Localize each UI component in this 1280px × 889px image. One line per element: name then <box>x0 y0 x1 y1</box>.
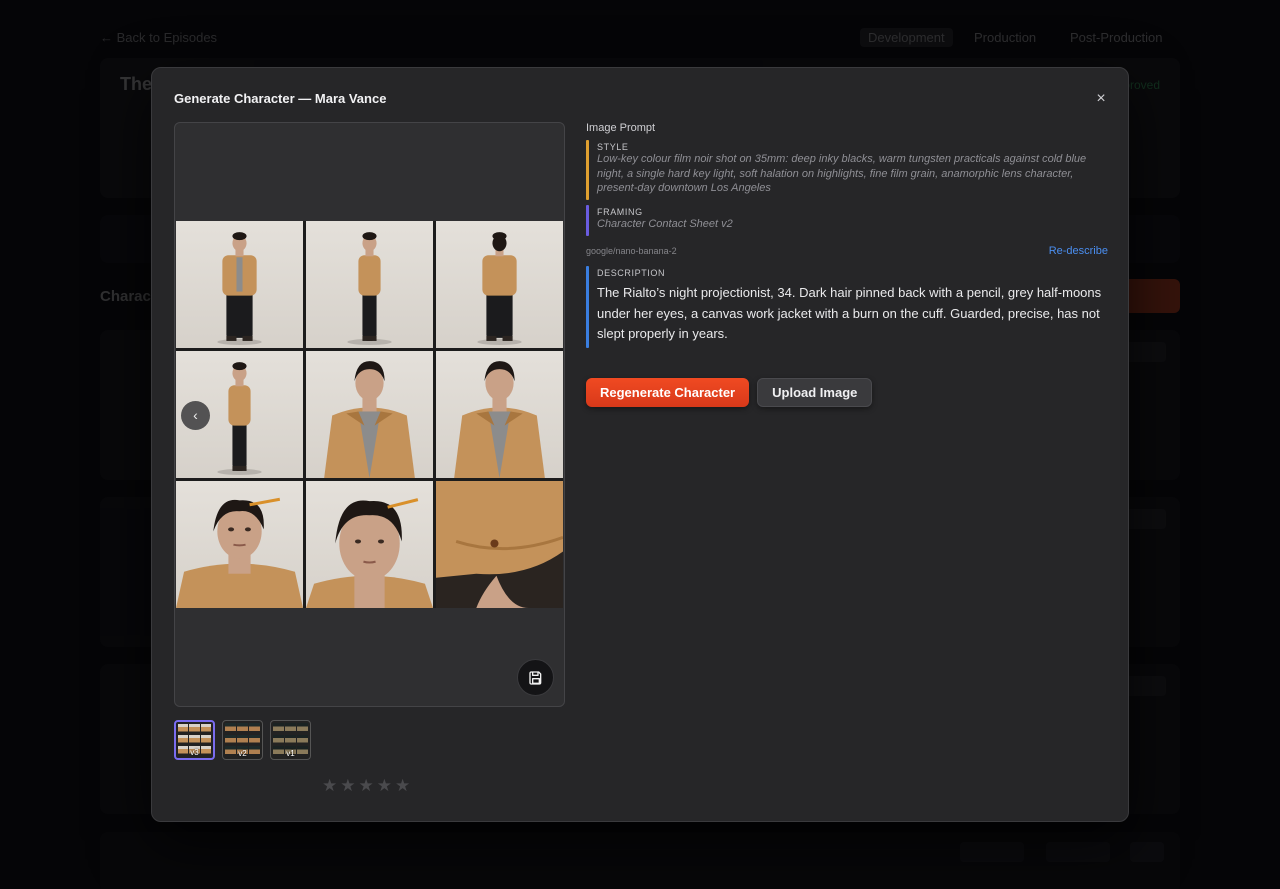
contact-sheet-tile <box>306 481 433 608</box>
description-block: DESCRIPTION The Rialto’s night projectio… <box>586 266 1108 348</box>
star-icon[interactable]: ★ <box>340 777 355 795</box>
version-label: v3 <box>190 748 199 757</box>
contact-sheet-tile <box>436 481 563 608</box>
tab-post-production: Post-Production <box>1070 30 1163 45</box>
close-icon[interactable]: × <box>1092 90 1110 108</box>
style-block: STYLE Low-key colour film noir shot on 3… <box>586 140 1108 200</box>
star-icon[interactable]: ★ <box>395 777 410 795</box>
contact-sheet-tile <box>176 481 303 608</box>
generate-character-modal: Generate Character — Mara Vance × ‹ v3 v… <box>151 67 1129 822</box>
upload-image-button[interactable]: Upload Image <box>757 377 873 407</box>
version-thumbnail-v3[interactable]: v3 <box>174 720 215 760</box>
style-text: Low-key colour film noir shot on 35mm: d… <box>597 153 1087 194</box>
action-buttons: Regenerate Character Upload Image <box>586 377 1108 407</box>
contact-sheet-tile <box>306 221 433 348</box>
modal-title: Generate Character — Mara Vance <box>174 91 387 106</box>
rating-stars: ★ ★ ★ ★ ★ <box>322 777 410 795</box>
framing-block: FRAMING Character Contact Sheet v2 <box>586 205 1108 236</box>
character-contact-sheet <box>176 221 563 608</box>
star-icon[interactable]: ★ <box>359 777 374 795</box>
version-thumbnail-v2[interactable]: v2 <box>222 720 263 760</box>
background-project-title: The <box>120 74 153 94</box>
version-label: v1 <box>286 749 295 758</box>
contact-sheet-tile <box>436 221 563 348</box>
back-to-episodes-link: ← Back to Episodes <box>100 30 218 45</box>
background-card <box>100 832 1180 889</box>
model-name: google/nano-banana-2 <box>586 246 677 256</box>
framing-label: FRAMING <box>597 207 643 217</box>
background-topbar: ← Back to Episodes Development Productio… <box>100 28 1180 48</box>
version-thumbnail-v1[interactable]: v1 <box>270 720 311 760</box>
regenerate-character-button[interactable]: Regenerate Character <box>586 377 750 407</box>
model-row: google/nano-banana-2 Re-describe <box>586 244 1108 258</box>
star-icon[interactable]: ★ <box>322 777 337 795</box>
tab-development: Development <box>860 28 953 47</box>
save-image-button[interactable] <box>517 659 554 696</box>
star-icon[interactable]: ★ <box>377 777 392 795</box>
contact-sheet-tile <box>306 351 433 478</box>
save-icon <box>528 670 541 685</box>
style-label: STYLE <box>597 142 629 152</box>
version-label: v2 <box>238 749 247 758</box>
re-describe-link[interactable]: Re-describe <box>1049 245 1108 257</box>
framing-text: Character Contact Sheet v2 <box>597 218 733 230</box>
version-thumbnails: v3 v2 v1 <box>174 720 311 760</box>
description-label: DESCRIPTION <box>597 268 666 278</box>
previous-image-button[interactable]: ‹ <box>181 401 210 430</box>
image-viewer: ‹ <box>174 122 565 707</box>
image-prompt-label: Image Prompt <box>586 122 656 134</box>
tab-production: Production <box>974 30 1037 45</box>
description-text: The Rialto’s night projectionist, 34. Da… <box>597 285 1102 341</box>
contact-sheet-tile <box>176 221 303 348</box>
prompt-panel: Image Prompt STYLE Low-key colour film n… <box>586 122 1108 407</box>
contact-sheet-tile <box>436 351 563 478</box>
